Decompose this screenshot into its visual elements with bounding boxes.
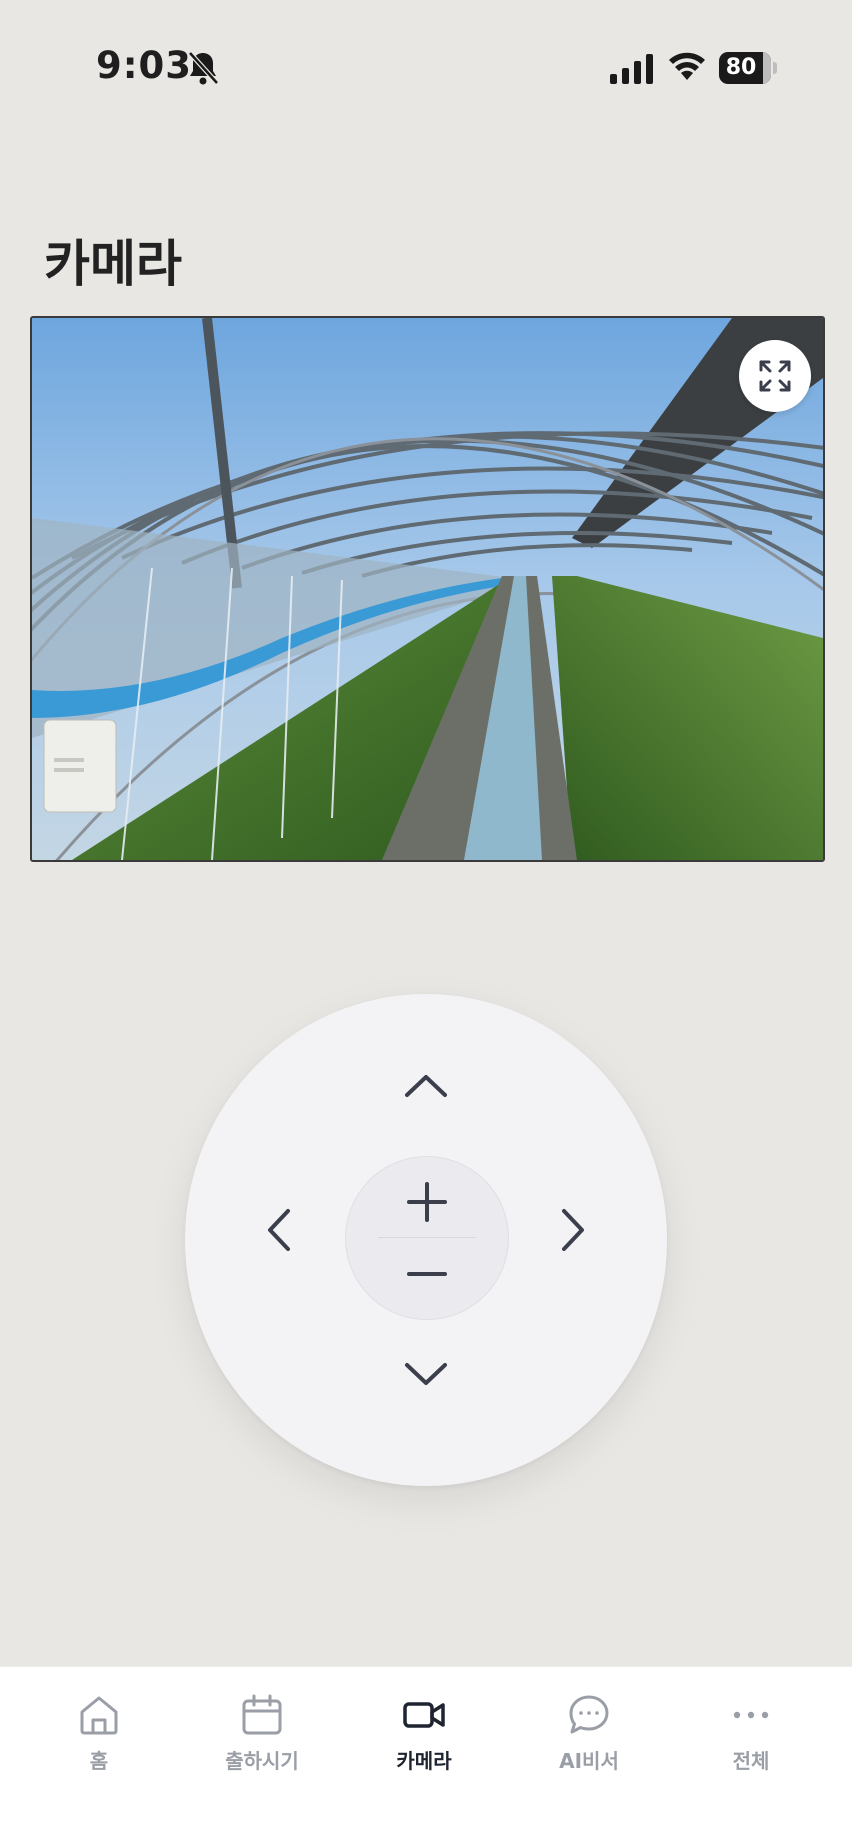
- zoom-control: [345, 1156, 509, 1320]
- zoom-divider: [378, 1237, 476, 1238]
- chevron-up-icon: [405, 1075, 447, 1097]
- tab-camera[interactable]: 카메라: [359, 1693, 489, 1774]
- ptz-control-pad: [185, 994, 667, 1486]
- pan-left-button[interactable]: [239, 1190, 319, 1270]
- chevron-right-icon: [562, 1209, 584, 1251]
- minus-icon: [407, 1272, 447, 1276]
- camera-feed[interactable]: [30, 316, 825, 862]
- tab-ai-assistant[interactable]: AI비서: [524, 1693, 654, 1774]
- calendar-icon: [242, 1694, 282, 1735]
- status-bar: 9:03 80: [0, 0, 852, 140]
- tab-label: 카메라: [396, 1749, 452, 1773]
- pan-up-button[interactable]: [386, 1046, 466, 1126]
- expand-button[interactable]: [739, 340, 811, 412]
- more-dots-icon: [733, 1711, 769, 1719]
- battery-icon: 80: [719, 52, 777, 84]
- tab-label: 홈: [89, 1749, 109, 1773]
- plus-icon: [407, 1182, 447, 1222]
- tab-all[interactable]: 전체: [686, 1693, 816, 1774]
- tab-shipping-schedule[interactable]: 출하시기: [197, 1693, 327, 1774]
- page-title: 카메라: [44, 235, 182, 293]
- greenhouse-image: [32, 318, 823, 860]
- video-camera-icon: [403, 1702, 445, 1728]
- bell-slash-icon: [188, 51, 219, 85]
- tab-label: AI비서: [559, 1749, 619, 1773]
- expand-icon: [759, 360, 791, 392]
- signal-icon: [610, 54, 653, 84]
- pan-right-button[interactable]: [533, 1190, 613, 1270]
- pan-down-button[interactable]: [386, 1334, 466, 1414]
- status-time: 9:03: [96, 44, 193, 87]
- tab-home[interactable]: 홈: [34, 1693, 164, 1774]
- tab-label: 전체: [732, 1749, 770, 1773]
- chat-bubble-icon: [569, 1695, 609, 1734]
- bottom-tab-bar: 홈 출하시기 카메라 AI비서 전체: [0, 1666, 852, 1848]
- tab-label: 출하시기: [225, 1749, 299, 1773]
- chevron-left-icon: [268, 1209, 290, 1251]
- zoom-in-button[interactable]: [387, 1171, 467, 1233]
- chevron-down-icon: [405, 1363, 447, 1385]
- battery-level: 80: [725, 55, 757, 80]
- home-icon: [80, 1696, 118, 1735]
- zoom-out-button[interactable]: [387, 1243, 467, 1305]
- wifi-icon: [669, 52, 705, 80]
